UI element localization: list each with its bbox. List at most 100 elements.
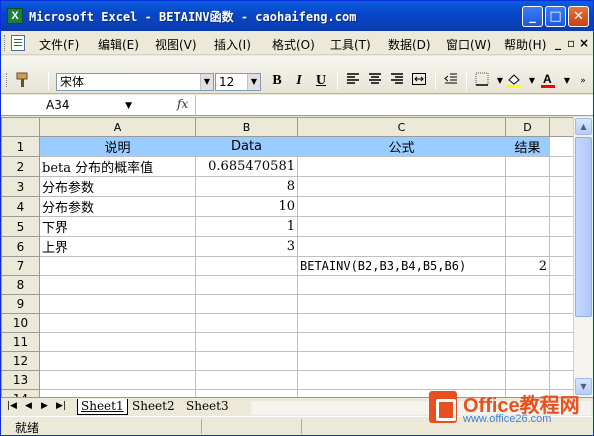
doc-close-button[interactable]: × [579,36,589,50]
vertical-scroll-thumb[interactable] [575,137,592,317]
cell-c12[interactable] [297,351,506,371]
cell-b10[interactable] [195,313,298,333]
fx-icon[interactable]: fx [177,97,188,111]
cell-a7[interactable] [39,256,196,276]
cell-a5[interactable]: 下界 [39,216,196,237]
cell-b6[interactable]: 3 [195,236,298,257]
row-header[interactable]: 7 [1,256,40,276]
decrease-indent-icon[interactable] [441,71,461,91]
cell-c2[interactable] [297,156,506,177]
cell-b12[interactable] [195,351,298,371]
cell-b11[interactable] [195,332,298,352]
cell-d6[interactable] [505,236,550,257]
last-sheet-icon[interactable]: ▶| [56,401,66,411]
cell-c4[interactable] [297,196,506,217]
cell-a9[interactable] [39,294,196,314]
minimize-button[interactable]: _ [522,6,543,27]
cell-b9[interactable] [195,294,298,314]
cell-c11[interactable] [297,332,506,352]
merge-center-icon[interactable] [409,71,429,91]
cell-d3[interactable] [505,176,550,197]
cell-d9[interactable] [505,294,550,314]
column-header-a[interactable]: A [39,117,196,137]
cell-c5[interactable] [297,216,506,237]
row-header[interactable]: 2 [1,156,40,177]
italic-button[interactable]: I [289,71,309,91]
cell-a10[interactable] [39,313,196,333]
cell-d4[interactable] [505,196,550,217]
cell-a3[interactable]: 分布参数 [39,176,196,197]
cell-a11[interactable] [39,332,196,352]
menu-tools[interactable]: 工具(T) [330,36,371,53]
cell-d8[interactable] [505,275,550,295]
maximize-button[interactable]: □ [545,6,566,27]
chevron-down-icon[interactable]: ▼ [247,74,260,90]
cell-c9[interactable] [297,294,506,314]
cell-a1[interactable]: 说明 [39,136,196,157]
row-header[interactable]: 3 [1,176,40,197]
cell-table[interactable]: A B C D 1 说明 Data 公式 结果 2 beta 分布的概率值 0.… [1,117,580,399]
select-all-corner[interactable] [1,117,40,137]
sheet-tab-sheet1[interactable]: Sheet1 [77,399,128,415]
cell-c7[interactable]: BETAINV(B2,B3,B4,B5,B6) [297,256,506,276]
cell-c3[interactable] [297,176,506,197]
align-right-icon[interactable] [387,71,407,91]
column-header-c[interactable]: C [297,117,506,137]
chevron-down-icon[interactable]: ▼ [200,74,213,90]
cell-d10[interactable] [505,313,550,333]
cell-d11[interactable] [505,332,550,352]
fill-color-icon[interactable] [504,71,524,91]
cell-b8[interactable] [195,275,298,295]
cell-a8[interactable] [39,275,196,295]
row-header[interactable]: 10 [1,313,40,333]
cell-c8[interactable] [297,275,506,295]
workbook-icon[interactable] [11,35,25,51]
menu-data[interactable]: 数据(D) [388,36,431,53]
scroll-up-icon[interactable]: ▲ [575,118,592,135]
excel-app-icon[interactable]: X [7,8,23,24]
row-header[interactable]: 5 [1,216,40,237]
sheet-tab-sheet3[interactable]: Sheet3 [183,399,232,415]
menu-insert[interactable]: 插入(I) [214,36,251,53]
font-size-combo[interactable]: 12 ▼ [215,73,261,91]
first-sheet-icon[interactable]: |◀ [7,401,17,411]
borders-icon[interactable] [472,71,492,91]
cell-b1[interactable]: Data [195,136,298,157]
menu-format[interactable]: 格式(O) [272,36,315,53]
row-header[interactable]: 1 [1,136,40,157]
align-center-icon[interactable] [365,71,385,91]
format-painter-icon[interactable] [13,71,33,91]
cell-c10[interactable] [297,313,506,333]
cell-b2[interactable]: 0.685470581 [195,156,298,177]
cell-b4[interactable]: 10 [195,196,298,217]
row-header[interactable]: 11 [1,332,40,352]
cell-c6[interactable] [297,236,506,257]
row-header[interactable]: 13 [1,370,40,390]
cell-a4[interactable]: 分布参数 [39,196,196,217]
menu-window[interactable]: 窗口(W) [446,36,491,53]
bold-button[interactable]: B [267,71,287,91]
row-header[interactable]: 4 [1,196,40,217]
cell-d5[interactable] [505,216,550,237]
row-header[interactable]: 12 [1,351,40,371]
next-sheet-icon[interactable]: ▶ [41,401,48,411]
cell-b7[interactable] [195,256,298,276]
cell-d12[interactable] [505,351,550,371]
sheet-tab-sheet2[interactable]: Sheet2 [129,399,178,415]
font-name-combo[interactable]: 宋体 ▼ [56,73,214,91]
cell-a2[interactable]: beta 分布的概率值 [39,156,196,177]
title-bar[interactable]: X Microsoft Excel - BETAINV函数 - caohaife… [1,1,593,31]
font-color-icon[interactable]: A [538,71,558,91]
row-header[interactable]: 9 [1,294,40,314]
cell-a12[interactable] [39,351,196,371]
toolbar-grip[interactable] [6,73,9,87]
toolbar-options-icon[interactable]: » [573,71,593,91]
cell-a6[interactable]: 上界 [39,236,196,257]
chevron-down-icon[interactable]: ▼ [125,98,132,115]
doc-minimize-button[interactable]: _ [555,36,561,50]
menu-file[interactable]: 文件(F) [39,36,79,53]
name-box[interactable]: A34 ▼ [9,96,137,114]
close-button[interactable]: ✕ [568,6,589,27]
row-header[interactable]: 6 [1,236,40,257]
align-left-icon[interactable] [343,71,363,91]
